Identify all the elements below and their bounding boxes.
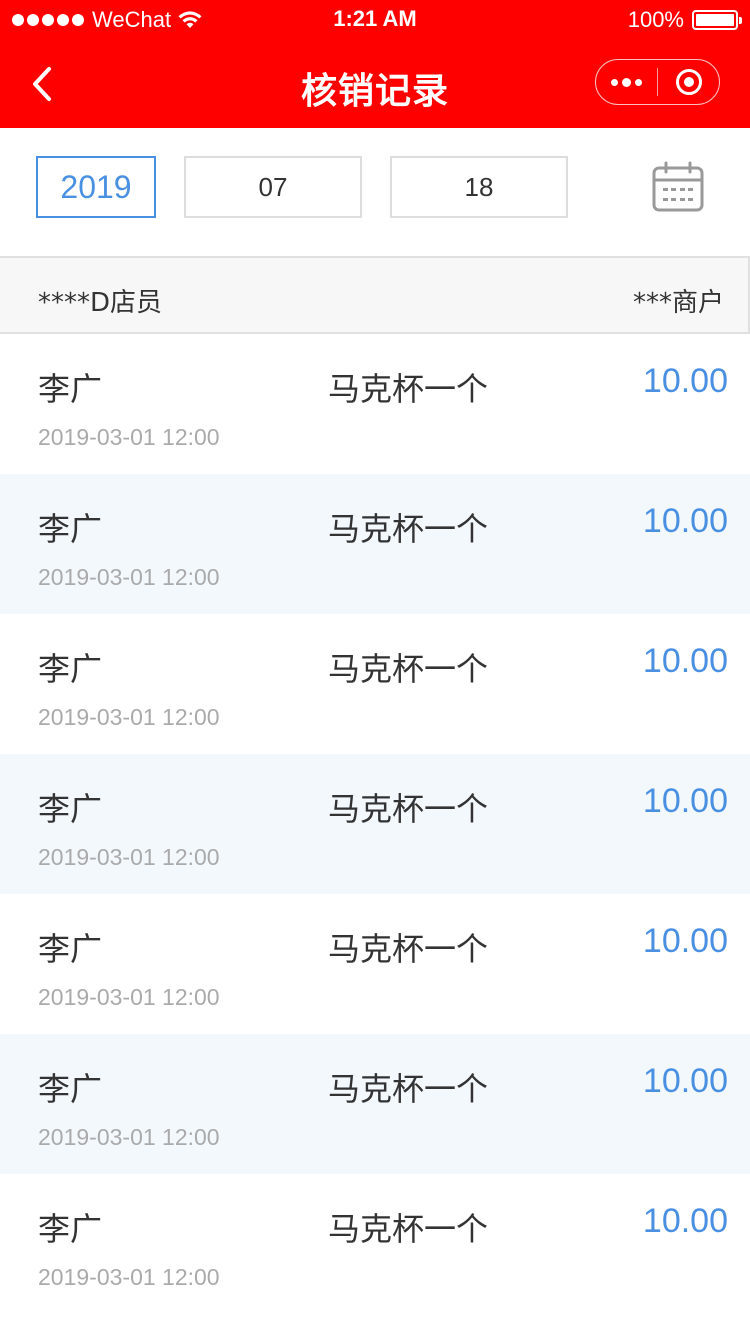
- list-item[interactable]: 李广 马克杯一个 10.00 2019-03-01 12:00: [0, 1174, 750, 1314]
- record-amount: 10.00: [642, 362, 728, 400]
- record-amount: 10.00: [642, 922, 728, 960]
- mini-program-capsule: [595, 59, 720, 105]
- list-item[interactable]: 李广 马克杯一个 10.00 2019-03-01 12:00: [0, 894, 750, 1034]
- record-amount: 10.00: [642, 1202, 728, 1240]
- record-time: 2019-03-01 12:00: [38, 424, 220, 450]
- battery-percent: 100%: [627, 7, 684, 32]
- list-item[interactable]: 李广 马克杯一个 10.00 2019-03-01 12:00: [0, 614, 750, 754]
- calendar-icon: [652, 161, 704, 212]
- battery-icon: [692, 10, 742, 30]
- record-item: 马克杯一个: [328, 1070, 489, 1108]
- list-item[interactable]: 李广 马克杯一个 10.00 2019-03-01 12:00: [0, 1034, 750, 1174]
- record-time: 2019-03-01 12:00: [38, 564, 220, 590]
- record-name: 李广: [38, 790, 103, 828]
- status-right: 100%: [627, 7, 742, 32]
- record-time: 2019-03-01 12:00: [38, 1124, 220, 1150]
- list-item[interactable]: 李广 马克杯一个 10.00 2019-03-01 12:00: [0, 474, 750, 614]
- record-item: 马克杯一个: [328, 790, 489, 828]
- table-header: ****D店员 ***商户: [0, 256, 750, 334]
- list-item[interactable]: 李广 马克杯一个 10.00 2019-03-01 12:00: [0, 754, 750, 894]
- record-list: 李广 马克杯一个 10.00 2019-03-01 12:00 李广 马克杯一个…: [0, 334, 750, 1314]
- record-item: 马克杯一个: [328, 1210, 489, 1248]
- header-merchant: ***商户: [632, 288, 724, 318]
- close-button[interactable]: [658, 60, 719, 104]
- more-button[interactable]: [596, 60, 657, 104]
- record-name: 李广: [38, 370, 103, 408]
- record-amount: 10.00: [642, 502, 728, 540]
- target-icon: [675, 69, 702, 95]
- record-time: 2019-03-01 12:00: [38, 984, 220, 1010]
- record-item: 马克杯一个: [328, 370, 489, 408]
- month-select[interactable]: 07: [184, 156, 362, 218]
- record-amount: 10.00: [642, 642, 728, 680]
- record-name: 李广: [38, 930, 103, 968]
- record-item: 马克杯一个: [328, 650, 489, 688]
- record-time: 2019-03-01 12:00: [38, 704, 220, 730]
- record-time: 2019-03-01 12:00: [38, 844, 220, 870]
- status-bar: WeChat 1:21 AM 100%: [0, 0, 750, 40]
- day-select[interactable]: 18: [390, 156, 568, 218]
- record-item: 马克杯一个: [328, 930, 489, 968]
- record-amount: 10.00: [642, 1062, 728, 1100]
- nav-bar: 核销记录: [0, 40, 750, 128]
- record-name: 李广: [38, 510, 103, 548]
- header-staff: ****D店员: [38, 288, 163, 318]
- list-item[interactable]: 李广 马克杯一个 10.00 2019-03-01 12:00: [0, 334, 750, 474]
- record-name: 李广: [38, 1210, 103, 1248]
- year-select[interactable]: 2019: [36, 156, 156, 218]
- record-amount: 10.00: [642, 782, 728, 820]
- record-name: 李广: [38, 1070, 103, 1108]
- record-item: 马克杯一个: [328, 510, 489, 548]
- calendar-button[interactable]: [650, 160, 706, 216]
- record-name: 李广: [38, 650, 103, 688]
- battery-fill: [696, 14, 734, 26]
- date-filter: 2019 07 18: [0, 128, 750, 256]
- record-time: 2019-03-01 12:00: [38, 1264, 220, 1290]
